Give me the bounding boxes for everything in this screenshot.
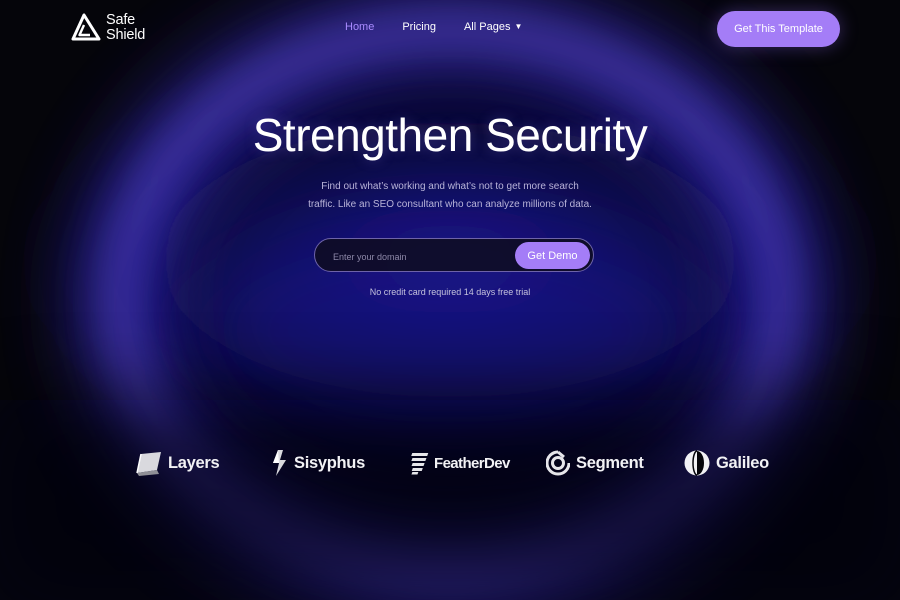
segment-icon bbox=[546, 450, 570, 476]
hero-subtitle-line1: Find out what’s working and what’s not t… bbox=[321, 181, 579, 192]
brand-name: Safe Shield bbox=[106, 13, 145, 43]
brand-name-line2: Shield bbox=[106, 27, 146, 43]
brand-logo[interactable]: Safe Shield bbox=[70, 12, 145, 44]
caret-down-icon: ▼ bbox=[514, 22, 523, 31]
partner-sisyphus: Sisyphus bbox=[270, 447, 365, 479]
partner-name-layers: Layers bbox=[168, 453, 220, 472]
get-template-button[interactable]: Get This Template bbox=[717, 11, 840, 47]
partner-name-featherdev: FeatherDev bbox=[434, 454, 510, 472]
partner-galileo: Galileo bbox=[684, 447, 769, 479]
triangle-logo-icon bbox=[71, 13, 101, 41]
nav-item-pricing[interactable]: Pricing bbox=[402, 21, 436, 33]
landing-page: Safe Shield Home Pricing All Pages ▼ Get … bbox=[0, 0, 900, 600]
partner-logos: Layers Sisyphus FeatherDev Segment Galil… bbox=[0, 447, 900, 479]
partner-segment: Segment bbox=[546, 447, 644, 479]
domain-input[interactable] bbox=[331, 247, 505, 267]
background-glow bbox=[0, 0, 900, 600]
nav-item-home[interactable]: Home bbox=[345, 21, 374, 33]
partner-name-segment: Segment bbox=[576, 453, 644, 472]
trial-note: No credit card required 14 days free tri… bbox=[369, 287, 531, 297]
galileo-icon bbox=[684, 450, 710, 476]
hero-subtitle: Find out what’s working and what’s not t… bbox=[0, 178, 900, 213]
partner-name-galileo: Galileo bbox=[716, 453, 769, 472]
domain-form: Get Demo bbox=[314, 238, 594, 272]
partner-featherdev: FeatherDev bbox=[409, 447, 510, 479]
layers-icon bbox=[136, 452, 161, 476]
bolt-icon bbox=[273, 450, 286, 476]
partner-name-sisyphus: Sisyphus bbox=[294, 453, 365, 472]
nav-item-all-pages-label: All Pages bbox=[463, 21, 511, 33]
brand-name-line1: Safe bbox=[106, 12, 136, 28]
nav-item-all-pages[interactable]: All Pages ▼ bbox=[464, 21, 522, 33]
feather-icon bbox=[411, 453, 429, 475]
main-nav: Home Pricing All Pages ▼ bbox=[345, 21, 522, 33]
hero-title: Strengthen Security bbox=[252, 109, 648, 161]
get-demo-button[interactable]: Get Demo bbox=[515, 242, 590, 269]
partner-layers: Layers bbox=[135, 447, 220, 479]
hero-subtitle-line2: traffic. Like an SEO consultant who can … bbox=[308, 198, 592, 210]
